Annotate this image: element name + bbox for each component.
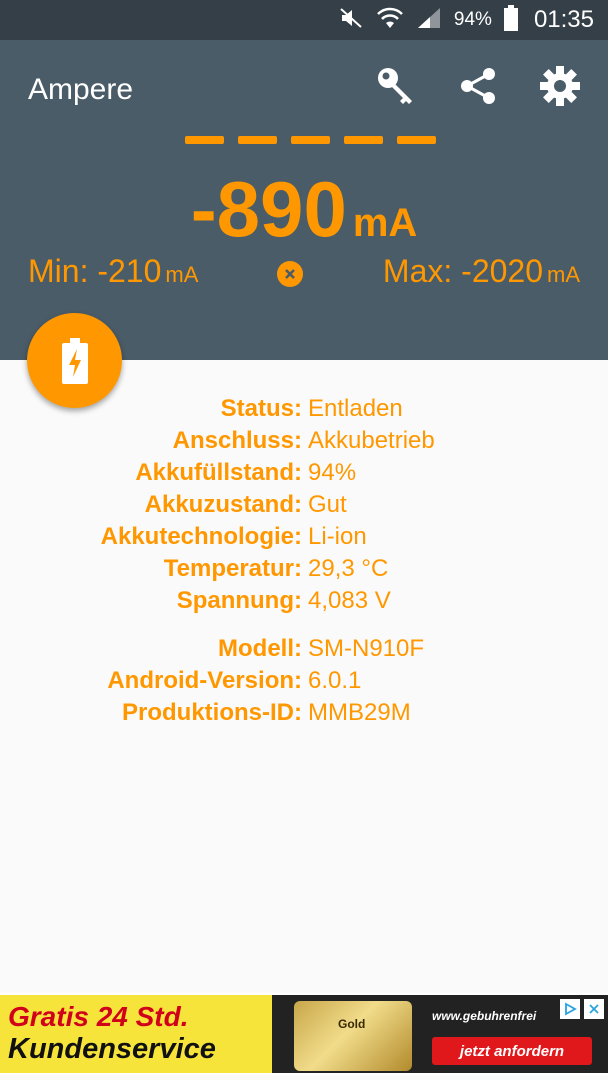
info-value: 94% xyxy=(308,459,357,486)
info-key: Spannung: xyxy=(176,587,302,614)
settings-icon[interactable] xyxy=(538,64,582,108)
status-bar: 94% 01:35 xyxy=(0,0,608,40)
toolbar-actions xyxy=(374,64,582,108)
info-key: Android-Version: xyxy=(107,667,302,694)
ad-text-panel[interactable]: Gratis 24 Std. Kundenservice xyxy=(0,995,272,1073)
info-key: Modell: xyxy=(218,635,302,662)
info-value: 6.0.1 xyxy=(308,667,362,694)
battery-info-list: Status: Entladen Anschluss: Akkubetrieb Ak… xyxy=(0,393,608,729)
info-key: Produktions-ID: xyxy=(122,699,302,726)
info-key: Anschluss: xyxy=(172,427,302,454)
current-reading: -890 mA xyxy=(0,164,608,255)
battery-charging-icon xyxy=(61,337,88,384)
battery-icon xyxy=(503,4,518,36)
max-unit: mA xyxy=(547,262,580,287)
adchoices-icon[interactable] xyxy=(560,999,580,1019)
info-key: Akkufüllstand: xyxy=(135,459,302,486)
info-value: MMB29M xyxy=(308,699,411,726)
credit-card-image: Gold xyxy=(294,1001,412,1071)
mute-icon xyxy=(338,6,364,35)
app-title: Ampere xyxy=(28,73,134,106)
info-row: Akkufüllstand: 94% xyxy=(0,457,608,489)
min-unit: mA xyxy=(165,262,199,287)
card-label: Gold xyxy=(338,1017,366,1031)
info-key: Akkutechnologie: xyxy=(100,523,302,550)
ad-cta-button[interactable]: jetzt anfordern xyxy=(432,1037,592,1065)
info-key: Temperatur: xyxy=(163,555,302,582)
info-value: Gut xyxy=(308,491,347,518)
info-row: Akkutechnologie: Li-ion xyxy=(0,521,608,553)
min-reading: Min: -210 mA xyxy=(28,253,198,290)
info-value: 29,3 °C xyxy=(308,555,389,582)
info-row: Temperatur: 29,3 °C xyxy=(0,553,608,585)
info-value: Akkubetrieb xyxy=(308,427,435,454)
info-row: Modell: SM-N910F xyxy=(0,633,608,665)
ad-headline: Gratis 24 Std. xyxy=(8,1001,189,1032)
dash xyxy=(291,136,330,144)
signal-icon xyxy=(416,6,442,35)
info-row: Produktions-ID: MMB29M xyxy=(0,697,608,729)
dash xyxy=(238,136,277,144)
dash xyxy=(344,136,383,144)
reset-minmax-button[interactable] xyxy=(277,261,303,287)
close-icon xyxy=(285,269,295,279)
ad-badges xyxy=(560,999,604,1019)
current-value: -890 xyxy=(190,165,347,253)
ad-image-panel[interactable]: Gold www.gebuhrenfrei jetzt anfordern xyxy=(272,995,608,1073)
current-unit: mA xyxy=(352,201,418,245)
info-value: SM-N910F xyxy=(308,635,425,662)
dash xyxy=(185,136,224,144)
info-value: Entladen xyxy=(308,395,403,422)
info-key: Status: xyxy=(220,395,302,422)
min-label: Min: -210 xyxy=(28,253,162,289)
battery-percent: 94% xyxy=(453,9,492,30)
ad-subline: Kundenservice xyxy=(8,1033,216,1065)
info-row: Anschluss: Akkubetrieb xyxy=(0,425,608,457)
info-row: Android-Version: 6.0.1 xyxy=(0,665,608,697)
info-row: Status: Entladen xyxy=(0,393,608,425)
info-row: Akkuzustand: Gut xyxy=(0,489,608,521)
info-value: 4,083 V xyxy=(308,587,391,614)
max-reading: Max: -2020 mA xyxy=(383,253,580,290)
ad-banner[interactable]: Gratis 24 Std. Kundenservice Gold www.ge… xyxy=(0,993,608,1075)
clock: 01:35 xyxy=(533,6,594,33)
wifi-icon xyxy=(376,6,404,35)
dash xyxy=(397,136,436,144)
info-row: Spannung: 4,083 V xyxy=(0,585,608,617)
close-ad-icon[interactable] xyxy=(584,999,604,1019)
info-value: Li-ion xyxy=(308,523,367,550)
ad-url: www.gebuhrenfrei xyxy=(432,1009,537,1023)
max-label: Max: -2020 xyxy=(382,253,543,289)
key-icon[interactable] xyxy=(374,64,418,108)
info-key: Akkuzustand: xyxy=(144,491,302,518)
share-icon[interactable] xyxy=(456,64,500,108)
average-dashes xyxy=(185,136,436,144)
